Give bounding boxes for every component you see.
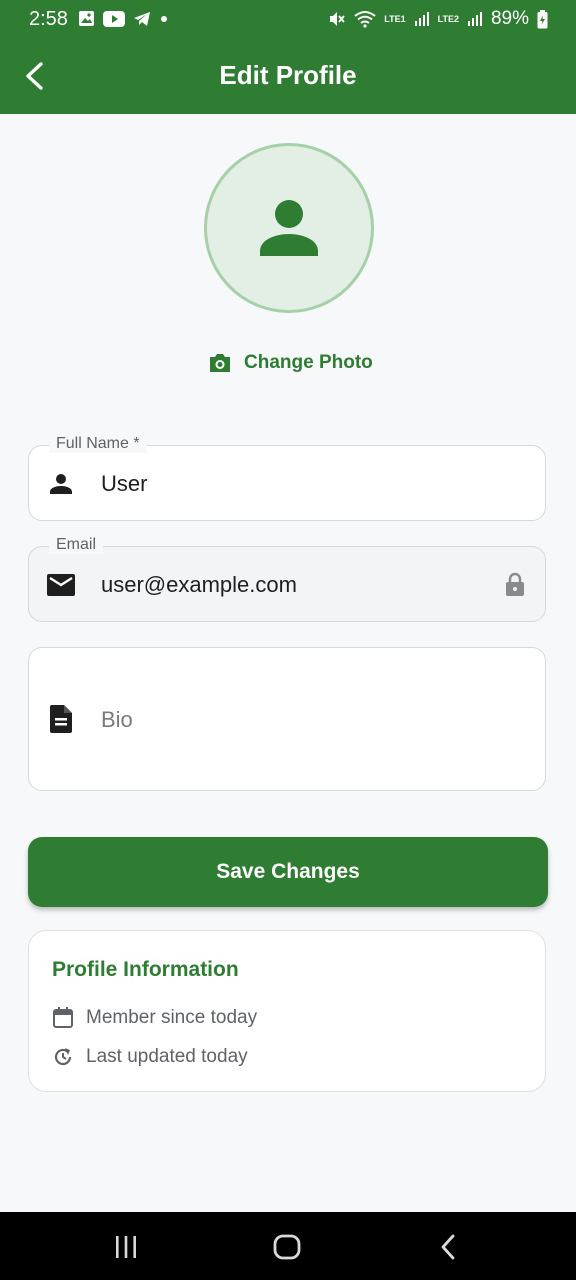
back-nav-button[interactable]	[428, 1232, 468, 1262]
recent-apps-button[interactable]	[106, 1232, 146, 1262]
page-title: Edit Profile	[219, 60, 357, 90]
sim1-label: LTE1	[384, 13, 406, 24]
last-updated-row: Last updated today	[52, 1046, 248, 1068]
email-field: Email user@example.com	[28, 536, 546, 622]
wifi-icon	[354, 11, 376, 28]
recent-apps-icon	[116, 1236, 136, 1258]
lock-icon	[505, 572, 525, 601]
person-icon	[47, 470, 75, 498]
gallery-icon	[79, 11, 94, 26]
sim2-label: LTE2	[437, 13, 459, 24]
battery-icon	[537, 9, 548, 28]
save-changes-button[interactable]: Save Changes	[28, 837, 548, 907]
status-system-icons: LTE1 LTE2 89%	[328, 8, 548, 30]
full-name-input[interactable]: User	[101, 471, 147, 497]
mute-icon	[330, 12, 345, 26]
member-since-row: Member since today	[52, 1007, 257, 1029]
home-button[interactable]	[267, 1232, 307, 1262]
home-icon	[273, 1234, 301, 1260]
change-photo-label: Change Photo	[244, 352, 373, 373]
signal-icon	[467, 12, 482, 26]
telegram-icon	[134, 11, 150, 26]
avatar[interactable]	[204, 143, 374, 313]
camera-icon	[210, 354, 230, 372]
bio-input[interactable]: Bio	[101, 707, 133, 733]
bio-field[interactable]: Bio	[28, 647, 546, 791]
update-icon	[54, 1048, 72, 1066]
last-updated-text: Last updated today	[86, 1046, 248, 1067]
signal-icon	[414, 12, 429, 26]
email-label: Email	[49, 536, 104, 554]
full-name-field[interactable]: Full Name * User	[28, 435, 546, 521]
status-notification-icons	[78, 10, 169, 27]
back-chevron-icon	[441, 1234, 455, 1260]
profile-info-title: Profile Information	[52, 958, 239, 981]
status-bar: 2:58 LTE1 LTE2 89%	[0, 0, 576, 42]
full-name-label: Full Name *	[49, 435, 147, 453]
document-icon	[47, 705, 75, 733]
system-nav-bar	[0, 1212, 576, 1280]
profile-info-card: Profile Information Member since today L…	[28, 930, 546, 1092]
person-icon	[260, 200, 318, 256]
member-since-text: Member since today	[86, 1007, 258, 1028]
status-time: 2:58	[29, 8, 68, 30]
change-photo-button[interactable]: Change Photo	[208, 352, 373, 374]
calendar-icon	[53, 1007, 73, 1028]
app-bar: 2:58 LTE1 LTE2 89% Edit Profile	[0, 0, 576, 114]
youtube-icon	[103, 10, 125, 27]
email-value: user@example.com	[101, 572, 297, 597]
dot-icon	[161, 15, 167, 22]
battery-percent: 89%	[490, 8, 529, 29]
mail-icon	[47, 571, 75, 599]
